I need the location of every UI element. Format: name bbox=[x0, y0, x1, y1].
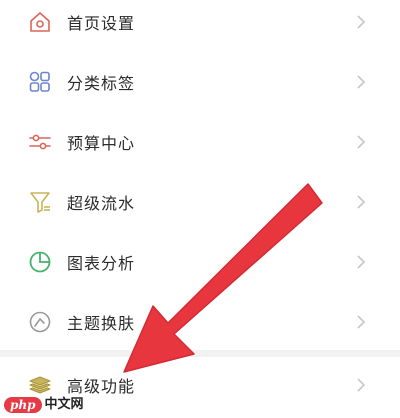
chevron-right-icon bbox=[356, 254, 366, 270]
menu-item-label: 超级流水 bbox=[67, 194, 136, 213]
settings-menu-screen: 首页设置 分类标签 预算中心 超级流水 图表分析 主题换肤 高级功能 php 中… bbox=[0, 0, 400, 418]
chevron-right-icon bbox=[356, 377, 366, 393]
sliders-icon bbox=[28, 130, 52, 154]
watermark-text: 中文网 bbox=[44, 397, 84, 412]
menu-item-home-settings[interactable]: 首页设置 bbox=[0, 0, 400, 52]
menu-item-label: 首页设置 bbox=[67, 14, 136, 33]
menu-item-label: 图表分析 bbox=[67, 254, 136, 273]
palette-icon bbox=[28, 310, 52, 334]
watermark: php 中文网 bbox=[4, 396, 84, 414]
chevron-right-icon bbox=[356, 314, 366, 330]
chevron-right-icon bbox=[356, 134, 366, 150]
pie-chart-icon bbox=[28, 250, 52, 274]
home-gear-icon bbox=[28, 10, 52, 34]
funnel-icon bbox=[28, 190, 52, 214]
watermark-logo: php bbox=[4, 397, 42, 413]
menu-item-label: 高级功能 bbox=[67, 377, 136, 396]
chevron-right-icon bbox=[356, 74, 366, 90]
chevron-right-icon bbox=[356, 194, 366, 210]
menu-item-label: 预算中心 bbox=[67, 134, 136, 153]
menu-item-budget-center[interactable]: 预算中心 bbox=[0, 112, 400, 172]
stack-layers-icon bbox=[28, 373, 52, 397]
chevron-right-icon bbox=[356, 14, 366, 30]
menu-item-label: 分类标签 bbox=[67, 74, 136, 93]
menu-item-category-tags[interactable]: 分类标签 bbox=[0, 52, 400, 112]
menu-item-label: 主题换肤 bbox=[67, 314, 136, 333]
menu-item-chart-analysis[interactable]: 图表分析 bbox=[0, 232, 400, 292]
category-grid-icon bbox=[28, 70, 52, 94]
menu-item-theme-skin[interactable]: 主题换肤 bbox=[0, 292, 400, 352]
menu-item-super-flow[interactable]: 超级流水 bbox=[0, 172, 400, 232]
